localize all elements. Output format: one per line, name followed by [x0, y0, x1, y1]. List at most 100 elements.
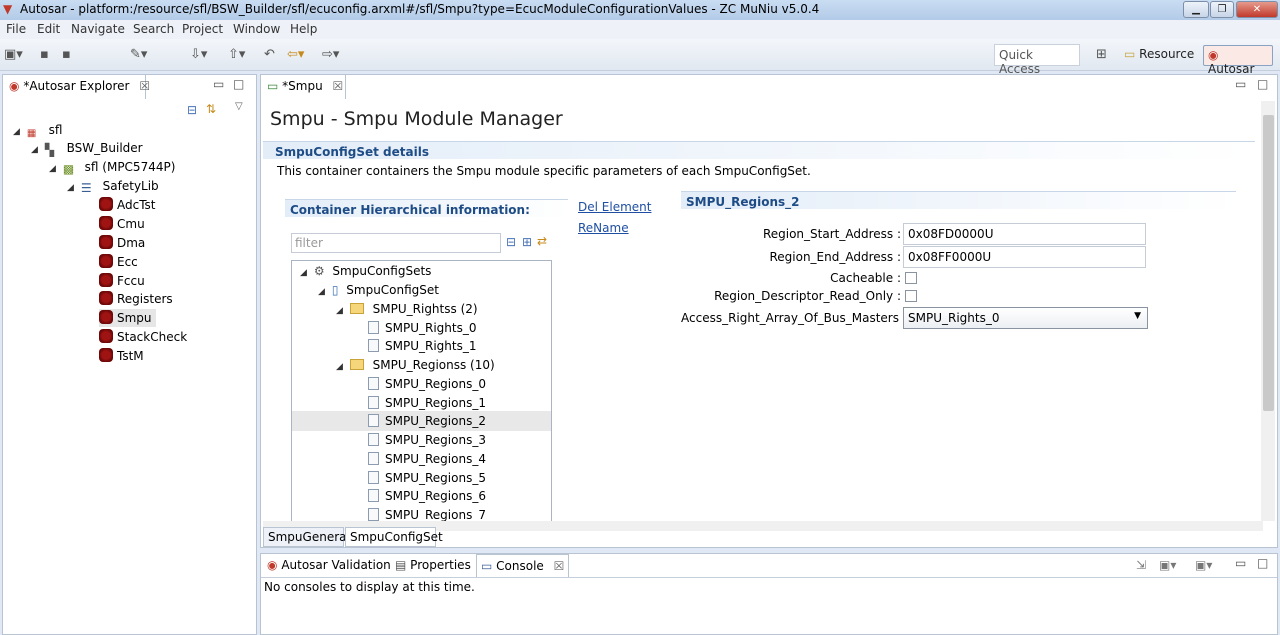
- tab-console[interactable]: ▭ Console ☒: [476, 554, 570, 577]
- tab-smpu-general[interactable]: SmpuGeneral: [263, 527, 350, 547]
- open-perspective-icon[interactable]: ⊞: [1096, 47, 1107, 63]
- tree-node-safetylib[interactable]: ◢ ☰ SafetyLib: [67, 177, 159, 195]
- tree-node-bsw-builder[interactable]: ◢ ▚ BSW_Builder: [31, 139, 143, 157]
- collapse-all-icon[interactable]: ⊟: [187, 103, 197, 117]
- display-console-icon[interactable]: ▣▾: [1159, 558, 1176, 572]
- document-icon: [368, 396, 379, 409]
- cacheable-checkbox[interactable]: [905, 272, 917, 284]
- tree-node-module[interactable]: Dma: [99, 234, 145, 252]
- minimize-view-icon[interactable]: ▭: [213, 77, 224, 91]
- start-address-input[interactable]: 0x08FD0000U: [903, 223, 1146, 245]
- tree-node-region[interactable]: SMPU_Regions_4: [368, 450, 486, 468]
- tree-node-sfl[interactable]: ◢ ▦ sfl: [13, 121, 62, 139]
- tree-node-region[interactable]: SMPU_Regions_0: [368, 375, 486, 393]
- tree-node-configsets[interactable]: ◢ ⚙ SmpuConfigSets: [300, 262, 431, 280]
- last-edit-icon[interactable]: ↶: [264, 47, 275, 63]
- menu-search[interactable]: Search: [133, 22, 174, 36]
- expand-all-icon[interactable]: ⊞: [522, 235, 532, 249]
- tree-node-module[interactable]: AdcTst: [99, 196, 156, 214]
- close-button[interactable]: ✕: [1236, 1, 1278, 18]
- tree-node-module[interactable]: Ecc: [99, 253, 138, 271]
- menu-window[interactable]: Window: [233, 22, 280, 36]
- minimize-view-icon[interactable]: ▭: [1235, 77, 1246, 91]
- tree-node-regions-folder[interactable]: ◢ SMPU_Regionss (10): [336, 356, 495, 374]
- maximize-button[interactable]: ❐: [1210, 1, 1234, 18]
- module-icon: [99, 329, 113, 343]
- open-console-icon[interactable]: ▣▾: [1195, 558, 1212, 572]
- maximize-view-icon[interactable]: □: [1257, 556, 1268, 570]
- expand-icon[interactable]: ◢: [336, 358, 346, 376]
- forward-icon[interactable]: ⇨▾: [322, 47, 339, 63]
- tool-icon[interactable]: ✎▾: [130, 47, 147, 63]
- pin-console-icon[interactable]: ⇲: [1136, 558, 1146, 572]
- tree-node-rights[interactable]: SMPU_Rights_0: [368, 319, 476, 337]
- expand-icon[interactable]: ◢: [318, 283, 328, 301]
- tree-node-rights-folder[interactable]: ◢ SMPU_Rightss (2): [336, 300, 478, 318]
- expand-icon[interactable]: ◢: [49, 160, 59, 178]
- link-editor-icon[interactable]: ⇅: [206, 102, 216, 116]
- folder-icon: ▭: [1124, 47, 1136, 61]
- expand-icon[interactable]: ◢: [300, 264, 310, 282]
- menu-navigate[interactable]: Navigate: [71, 22, 125, 36]
- autosar-perspective-button[interactable]: ◉ Autosar: [1203, 45, 1273, 76]
- console-icon: ▭: [481, 559, 493, 573]
- next-annotation-icon[interactable]: ⇩▾: [190, 47, 207, 63]
- tree-node-region[interactable]: SMPU_Regions_5: [368, 469, 486, 487]
- maximize-view-icon[interactable]: □: [1257, 77, 1268, 91]
- access-right-value: SMPU_Rights_0: [908, 311, 1000, 325]
- close-icon[interactable]: ☒: [554, 559, 565, 573]
- expand-icon[interactable]: ◢: [336, 302, 346, 320]
- expand-icon[interactable]: ◢: [67, 179, 77, 197]
- tab-smpu[interactable]: ▭ *Smpu ☒: [261, 75, 346, 99]
- rename-link[interactable]: ReName: [578, 221, 629, 235]
- menu-help[interactable]: Help: [290, 22, 317, 36]
- collapse-all-icon[interactable]: ⊟: [506, 235, 516, 249]
- tree-node-module[interactable]: TstM: [99, 347, 144, 365]
- tree-node-rights[interactable]: SMPU_Rights_1: [368, 337, 476, 355]
- minimize-button[interactable]: ▁: [1183, 1, 1209, 18]
- end-address-input[interactable]: 0x08FF0000U: [903, 246, 1146, 268]
- view-menu-icon[interactable]: ▽: [235, 101, 243, 112]
- tree-node-region-selected[interactable]: SMPU_Regions_2: [368, 412, 486, 430]
- tree-node-region[interactable]: SMPU_Regions_3: [368, 431, 486, 449]
- menu-project[interactable]: Project: [182, 22, 223, 36]
- back-icon[interactable]: ⇦▾: [287, 47, 304, 63]
- filter-input[interactable]: filter: [291, 233, 501, 253]
- save-all-icon[interactable]: ▪: [62, 47, 71, 63]
- minimize-view-icon[interactable]: ▭: [1235, 556, 1246, 570]
- prev-annotation-icon[interactable]: ⇧▾: [228, 47, 245, 63]
- project-icon: ▦: [26, 128, 37, 139]
- tab-autosar-explorer[interactable]: ◉ *Autosar Explorer ☒: [3, 75, 150, 99]
- tree-node-ecu[interactable]: ◢ ▩ sfl (MPC5744P): [49, 158, 175, 176]
- tab-smpu-configset[interactable]: SmpuConfigSet: [345, 527, 443, 547]
- del-element-link[interactable]: Del Element: [578, 200, 651, 214]
- tab-properties[interactable]: ▤ Properties: [391, 554, 475, 577]
- tree-node-module-selected[interactable]: Smpu: [99, 309, 156, 327]
- sync-icon[interactable]: ⇄: [537, 234, 547, 248]
- tree-node-region[interactable]: SMPU_Regions_1: [368, 394, 486, 412]
- document-icon: [368, 508, 379, 521]
- tree-node-configset[interactable]: ◢ ▯ SmpuConfigSet: [318, 281, 439, 299]
- expand-icon[interactable]: ◢: [13, 123, 23, 141]
- tree-node-module[interactable]: Cmu: [99, 215, 145, 233]
- explorer-tab-label: *Autosar Explorer: [23, 79, 130, 93]
- expand-icon[interactable]: ◢: [31, 141, 41, 159]
- tree-node-module[interactable]: Fccu: [99, 272, 145, 290]
- menu-file[interactable]: File: [6, 22, 26, 36]
- access-right-select[interactable]: SMPU_Rights_0 ▼: [903, 307, 1148, 329]
- menu-edit[interactable]: Edit: [37, 22, 60, 36]
- save-icon[interactable]: ▪: [40, 47, 49, 63]
- readonly-checkbox[interactable]: [905, 290, 917, 302]
- resource-perspective-button[interactable]: ▭ Resource: [1120, 45, 1198, 66]
- tab-autosar-validation[interactable]: ◉ Autosar Validation: [263, 554, 395, 577]
- new-icon[interactable]: ▣▾: [4, 47, 23, 63]
- maximize-view-icon[interactable]: □: [233, 77, 244, 91]
- module-icon: [99, 216, 113, 230]
- close-icon[interactable]: ☒: [333, 79, 344, 93]
- tree-node-module[interactable]: Registers: [99, 290, 173, 308]
- tree-node-module[interactable]: StackCheck: [99, 328, 187, 346]
- vertical-scroll-thumb[interactable]: [1263, 115, 1274, 411]
- close-icon[interactable]: ☒: [139, 79, 150, 93]
- tree-node-region[interactable]: SMPU_Regions_6: [368, 487, 486, 505]
- quick-access-input[interactable]: Quick Access: [994, 44, 1080, 76]
